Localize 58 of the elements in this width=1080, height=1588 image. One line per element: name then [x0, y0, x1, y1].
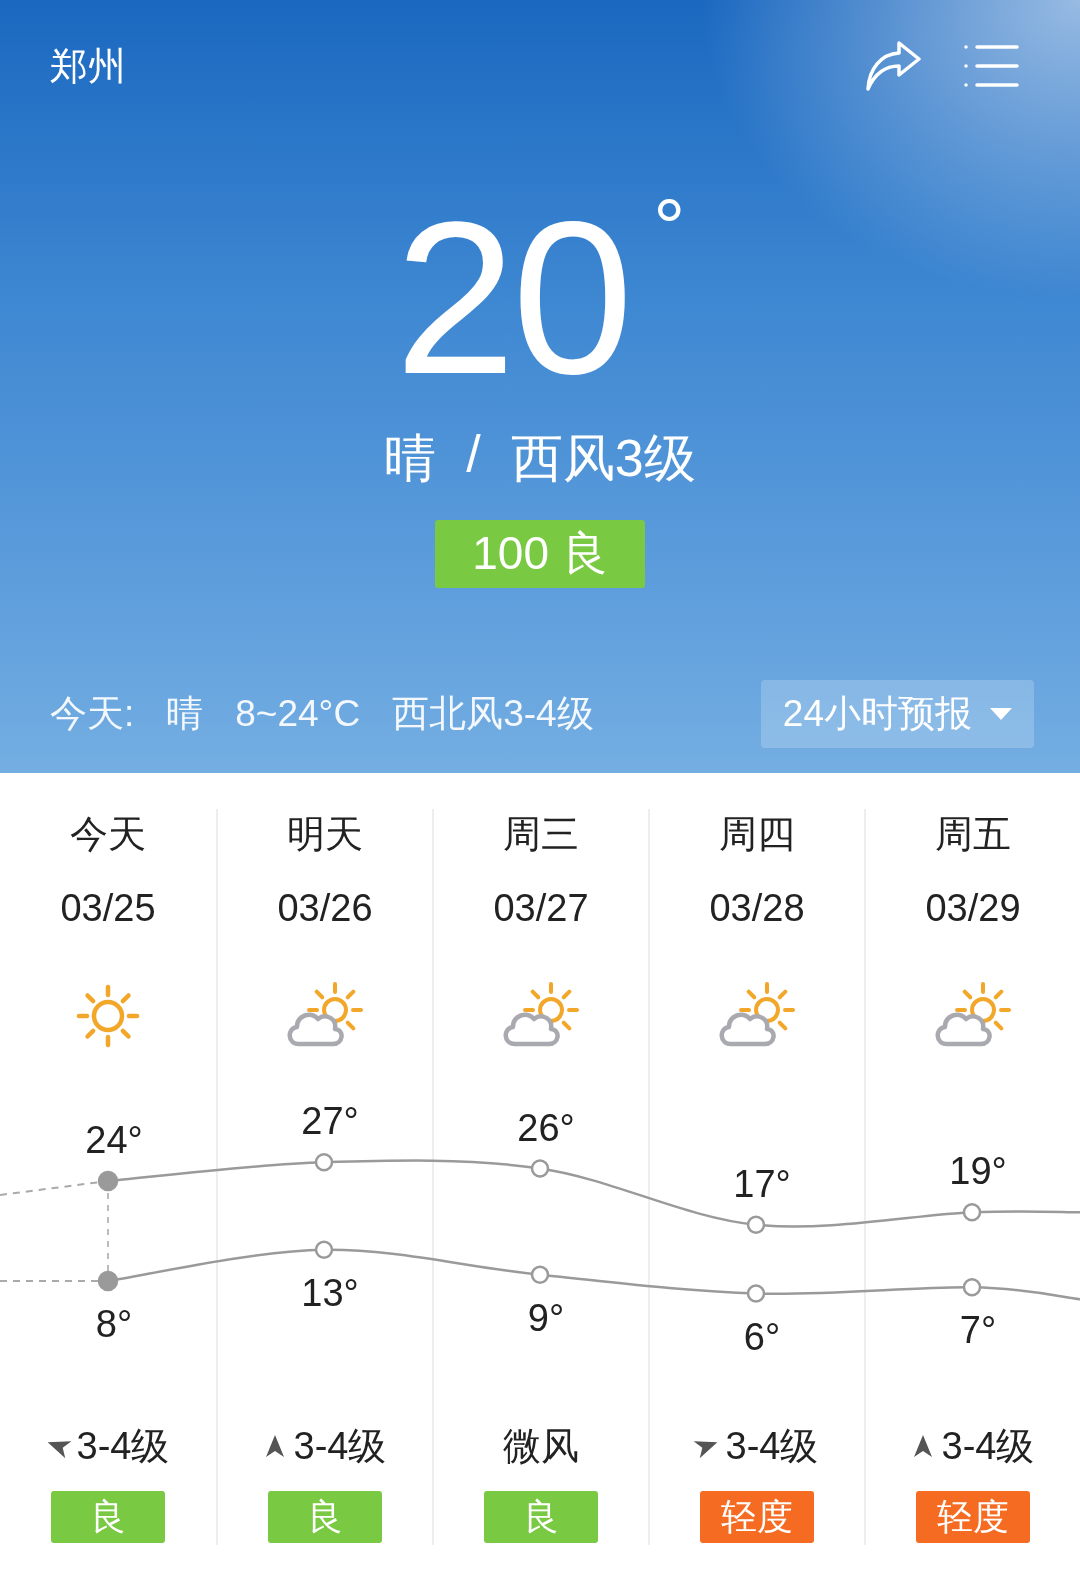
temperature-point: [97, 1170, 119, 1192]
temperature-point: [314, 1153, 334, 1172]
day-name: 今天: [70, 812, 146, 857]
low-temperature: 6°: [743, 1315, 781, 1358]
date: 03/29: [925, 886, 1021, 931]
date: 03/28: [709, 886, 805, 931]
temperature-point: [530, 1265, 550, 1284]
wind-direction-icon: [263, 1434, 286, 1458]
weather-condition: 晴: [384, 428, 437, 489]
high-temperature: 24°: [85, 1119, 143, 1161]
degree-sign: °: [653, 188, 686, 268]
wind-direction-icon: [911, 1434, 934, 1458]
date: 03/25: [60, 886, 156, 931]
wind-level: 3-4级: [941, 1423, 1035, 1469]
date: 03/26: [277, 886, 373, 931]
temperature-point: [530, 1159, 550, 1178]
day-name: 周三: [503, 812, 579, 857]
today-label: 今天:: [50, 692, 135, 736]
date: 03/27: [493, 886, 589, 931]
temperature-point: [746, 1215, 766, 1234]
air-quality-badge: 轻度: [916, 1491, 1030, 1543]
today-temperature-range: 8~24°C: [235, 693, 361, 735]
wind-level: 3-4级: [76, 1423, 170, 1469]
separator: /: [466, 424, 481, 485]
menu-icon: [963, 43, 1019, 89]
wind-level: 3-4级: [725, 1423, 819, 1469]
low-temperature: 8°: [95, 1303, 133, 1345]
temperature-point: [314, 1240, 334, 1259]
temperature-point: [962, 1203, 982, 1222]
day-name: 周五: [935, 812, 1011, 857]
low-temperature: 13°: [301, 1271, 359, 1314]
air-quality-badge[interactable]: 100 良: [435, 520, 645, 588]
share-icon: [865, 39, 921, 93]
low-temperature: 9°: [527, 1296, 565, 1339]
high-temperature: 26°: [517, 1106, 575, 1149]
air-quality-badge: 良: [51, 1491, 165, 1543]
air-quality-badge: 良: [484, 1491, 598, 1543]
wind-level: 3-4级: [293, 1423, 387, 1469]
wind-level: 微风: [503, 1423, 579, 1469]
caret-icon: [990, 708, 1012, 720]
today-wind: 西北风3-4级: [392, 692, 594, 736]
air-quality-badge: 轻度: [700, 1491, 814, 1543]
forecast-dropdown[interactable]: 24小时预报: [760, 680, 1034, 748]
high-temperature: 17°: [733, 1162, 791, 1205]
wind-level: 西风3级: [510, 428, 696, 489]
today-condition: 晴: [166, 692, 204, 736]
city-name[interactable]: 郑州: [50, 40, 824, 92]
current-temperature: 20: [394, 198, 630, 398]
day-name: 周四: [719, 812, 795, 857]
high-temperature: 27°: [301, 1100, 359, 1143]
temperature-point: [97, 1270, 119, 1292]
low-temperature: 7°: [959, 1309, 997, 1352]
high-temperature: 19°: [949, 1150, 1007, 1193]
temperature-point: [962, 1278, 982, 1297]
share-button[interactable]: [864, 38, 922, 94]
temperature-point: [746, 1284, 766, 1303]
air-quality-badge: 良: [268, 1491, 382, 1543]
day-name: 明天: [287, 812, 363, 857]
